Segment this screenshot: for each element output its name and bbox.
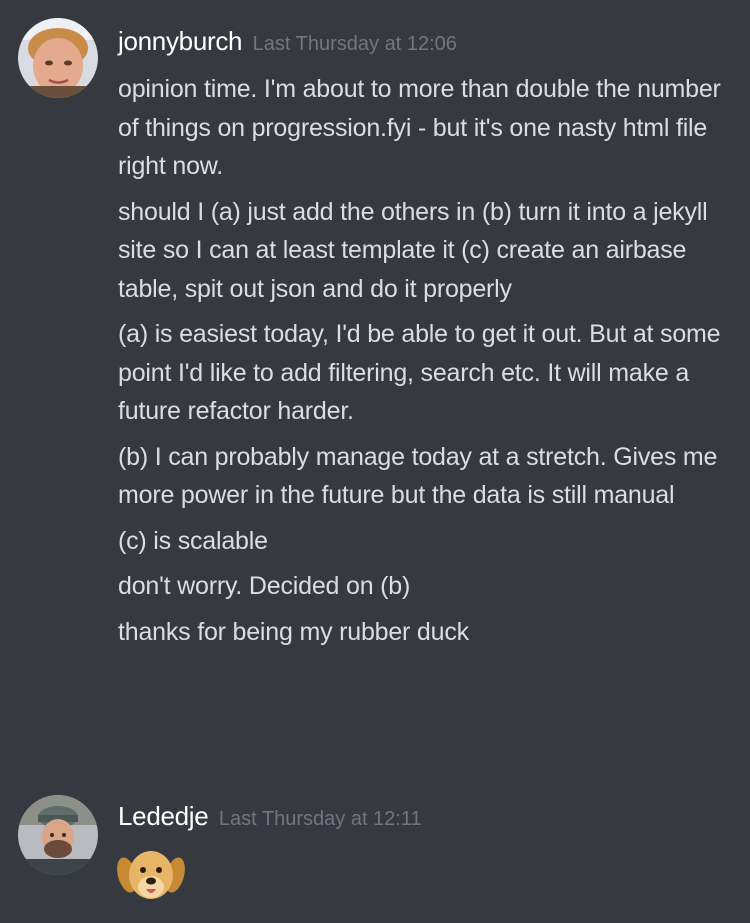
username[interactable]: jonnyburch [118, 26, 243, 56]
message-text: (a) is easiest today, I'd be able to get… [118, 320, 721, 425]
dog-face-emoji [116, 845, 186, 907]
avatar-lededje[interactable] [18, 795, 98, 875]
timestamp: Last Thursday at 12:06 [252, 33, 457, 55]
message-list: opinion time. I'm about to more than dou… [118, 70, 728, 658]
message-header: Lededje Last Thursday at 12:11 [118, 801, 422, 832]
message-text: (c) is scalable [118, 526, 268, 555]
avatar-jonnyburch[interactable] [18, 18, 98, 98]
timestamp: Last Thursday at 12:11 [218, 808, 422, 830]
message-text: don't worry. Decided on (b) [118, 572, 411, 600]
username[interactable]: Lededje [118, 801, 209, 831]
message-text: opinion time. I'm about to more than dou… [118, 75, 721, 180]
message-header: jonnyburch Last Thursday at 12:06 [118, 26, 457, 57]
message-text: (b) I can probably manage today at a str… [118, 442, 718, 510]
message-text: thanks for being my rubber duck [118, 617, 469, 646]
message-text: should I (a) just add the others in (b) … [118, 197, 708, 303]
